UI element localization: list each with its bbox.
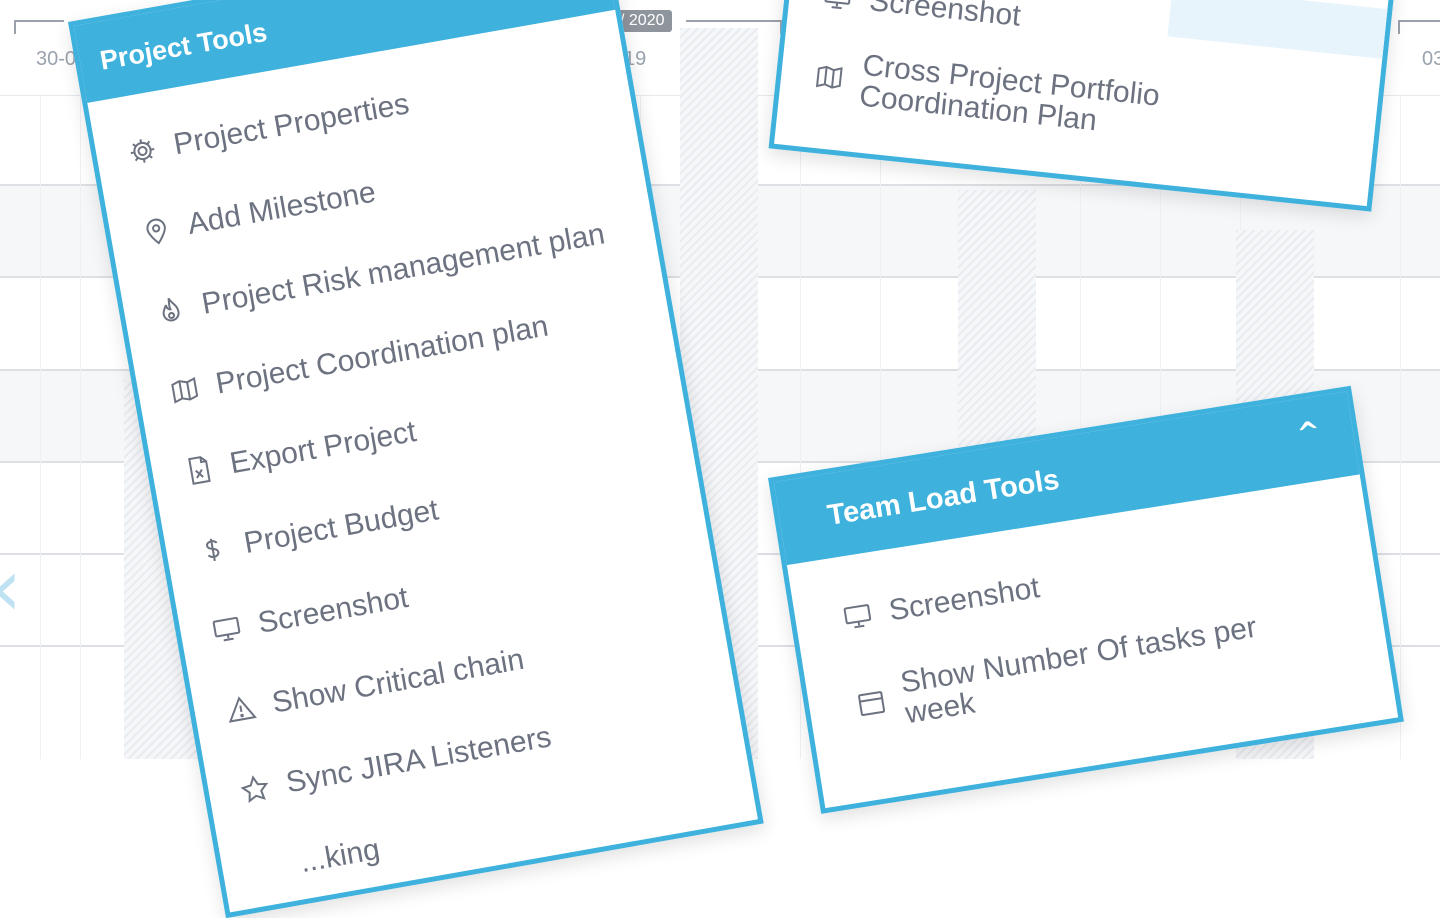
map-icon [164, 369, 206, 411]
timeline-date: 03 [1422, 48, 1440, 70]
panel-title: Team Load Tools [825, 463, 1062, 532]
panel-title: Project Tools [97, 16, 270, 76]
monitor-icon [818, 0, 858, 17]
axis-line [14, 20, 64, 22]
star-icon [234, 768, 276, 810]
menu-item-label: Add Milestone [185, 175, 379, 241]
grid-column [80, 95, 81, 759]
calendar-window-icon [851, 683, 892, 724]
menu-item-label: Export Project [227, 414, 419, 481]
menu-item-label: Screenshot [255, 580, 411, 640]
grid-column [1400, 95, 1401, 759]
menu-item-label: Screenshot [867, 0, 1023, 34]
menu-item-label: Screenshot [886, 571, 1042, 628]
monitor-icon [837, 596, 878, 637]
menu-item-label: ...king [297, 832, 383, 879]
axis-tick [14, 20, 16, 34]
gear-icon [122, 130, 164, 172]
partial-icon [248, 848, 290, 890]
axis-line [686, 20, 782, 22]
timeline-date: 30-0 [36, 48, 77, 70]
flame-icon [150, 289, 192, 331]
excel-file-icon [178, 449, 220, 491]
warning-icon [220, 688, 262, 730]
axis-line [1398, 20, 1440, 22]
grid-column [40, 95, 41, 759]
map-pin-icon [136, 209, 178, 251]
axis-tick [1398, 20, 1400, 34]
menu-item-label: Project Budget [241, 493, 441, 560]
chevron-up-icon[interactable]: ^ [1295, 414, 1323, 450]
map-icon [810, 57, 850, 97]
dollar-icon [192, 529, 234, 571]
monitor-icon [206, 608, 248, 650]
chevron-left-icon[interactable]: ‹ [0, 548, 22, 628]
